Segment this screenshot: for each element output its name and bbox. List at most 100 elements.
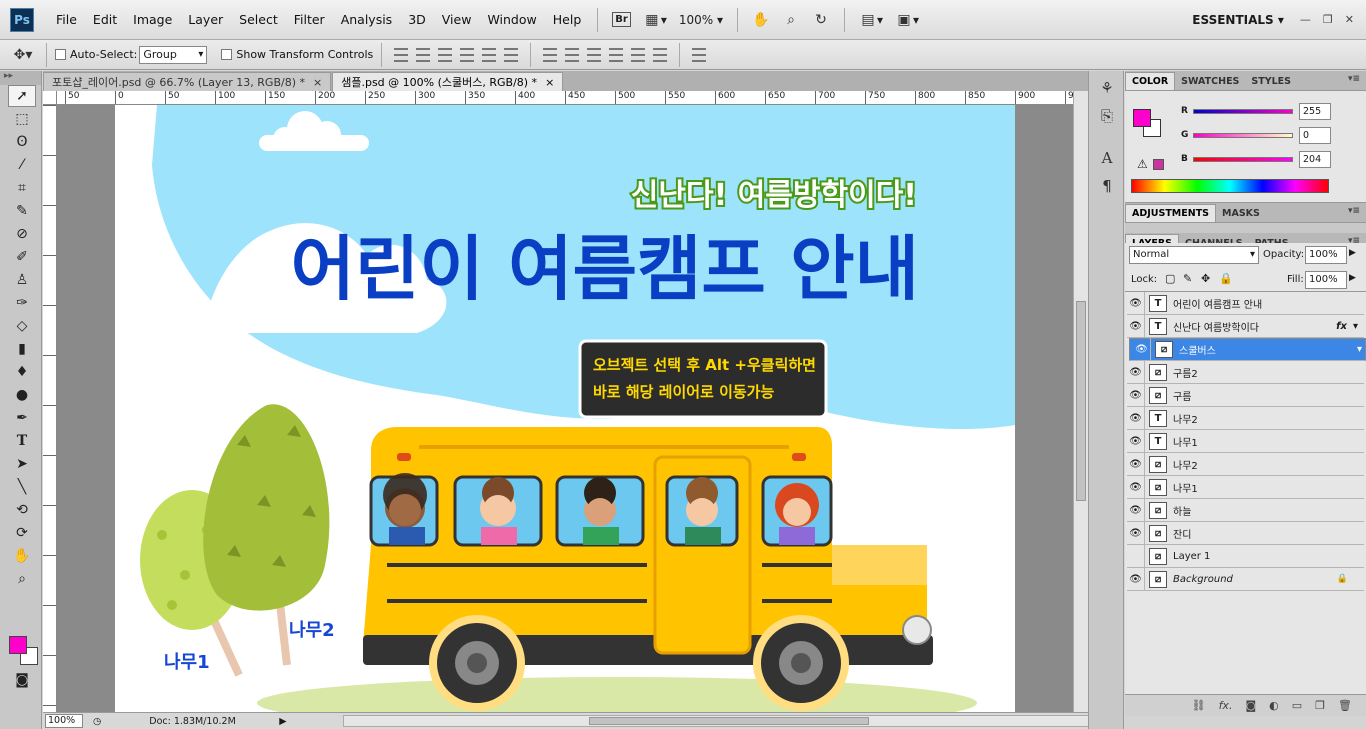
foreground-color-swatch[interactable] (9, 636, 27, 654)
scrollbar-thumb[interactable] (589, 717, 869, 725)
lock-pixels-icon[interactable]: ✎ (1183, 272, 1192, 285)
visibility-eye-icon[interactable]: 👁 (1127, 429, 1145, 453)
new-layer-icon[interactable]: ❐ (1315, 699, 1325, 712)
auto-select-dropdown[interactable]: Group (139, 45, 208, 64)
layer-row[interactable]: 👁 ⧄ 구름 (1127, 383, 1364, 407)
blue-slider[interactable]: B 204 (1181, 149, 1331, 169)
vertical-scrollbar[interactable] (1073, 91, 1088, 712)
layer-row[interactable]: 👁 ⧄ 스쿨버스 (1129, 338, 1366, 361)
minimize-button[interactable]: — (1294, 13, 1317, 26)
align-bottom-icon[interactable] (438, 47, 453, 62)
align-top-icon[interactable] (394, 47, 409, 62)
status-arrow-icon[interactable]: ▶ (279, 716, 286, 727)
menu-help[interactable]: Help (545, 12, 590, 27)
layer-row[interactable]: 👁 ⧄ 하늘 (1127, 498, 1364, 522)
quick-mask-button[interactable]: ◙ (8, 669, 36, 691)
quick-select-tool[interactable]: ⁄ (8, 154, 36, 176)
layer-row[interactable]: 👁 ⧄ 구름2 (1127, 360, 1364, 384)
canvas-area[interactable]: 신난다! 여름방학이다! 어린이 여름캠프 안내 오브젝트 선택 후 Alt +… (57, 105, 1073, 712)
gamut-warning-icon[interactable]: ⚠ (1137, 157, 1148, 171)
healing-tool[interactable]: ⊘ (8, 223, 36, 245)
crop-tool[interactable]: ⌗ (8, 177, 36, 199)
distribute-vcenter-icon[interactable] (565, 47, 580, 62)
blur-tool[interactable]: ♦ (8, 361, 36, 383)
layer-row[interactable]: 👁 T 나무2 (1127, 406, 1364, 430)
green-slider[interactable]: G 0 (1181, 125, 1331, 145)
visibility-eye-icon[interactable]: 👁 (1127, 291, 1145, 315)
line-tool[interactable]: ╲ (8, 476, 36, 498)
color-spectrum[interactable] (1131, 179, 1329, 193)
layer-row[interactable]: 👁 ⧄ 나무2 (1127, 452, 1364, 476)
trash-icon[interactable]: 🗑 (1338, 699, 1352, 712)
ruler-origin[interactable] (43, 91, 57, 105)
visibility-eye-icon[interactable]: 👁 (1133, 338, 1151, 361)
new-group-icon[interactable]: ▭ (1292, 699, 1302, 712)
layer-row[interactable]: 👁 T 어린이 여름캠프 안내 (1127, 291, 1364, 315)
align-left-icon[interactable] (460, 47, 475, 62)
tab-adjustments[interactable]: ADJUSTMENTS (1125, 204, 1217, 222)
brush-presets-icon[interactable]: ⚘ (1095, 77, 1119, 99)
paragraph-icon[interactable]: ¶ (1095, 175, 1119, 197)
workspace-switcher[interactable]: ESSENTIALS ▾ (1182, 13, 1294, 27)
zoom-level-dropdown[interactable]: 100% ▾ (673, 13, 729, 27)
distribute-top-icon[interactable] (543, 47, 558, 62)
arrange-documents-button[interactable]: ▤ ▾ (853, 12, 889, 28)
visibility-eye-icon[interactable]: 👁 (1127, 452, 1145, 476)
tab-photoshop-layer[interactable]: 포토샵_레이어.psd @ 66.7% (Layer 13, RGB/8) * × (43, 72, 332, 91)
menu-filter[interactable]: Filter (286, 12, 333, 27)
horizontal-ruler[interactable]: 50 0 50 100 150 200 250 300 350 400 450 500 550 600 65… (57, 91, 1073, 105)
vertical-ruler[interactable] (43, 105, 57, 712)
adjustment-layer-icon[interactable]: ◐ (1269, 699, 1279, 712)
tab-sample[interactable]: 샘플.psd @ 100% (스쿨버스, RGB/8) * × (332, 72, 564, 91)
menu-analysis[interactable]: Analysis (333, 12, 401, 27)
distribute-bottom-icon[interactable] (587, 47, 602, 62)
path-select-tool[interactable]: ➤ (8, 453, 36, 475)
extras-button[interactable]: ▦ ▾ (637, 12, 673, 28)
menu-image[interactable]: Image (125, 12, 180, 27)
menu-file[interactable]: File (48, 12, 85, 27)
distribute-hcenter-icon[interactable] (631, 47, 646, 62)
fill-arrow-icon[interactable]: ▶ (1349, 273, 1356, 283)
auto-select-checkbox[interactable]: Auto-Select: (55, 48, 137, 61)
blue-value[interactable]: 204 (1299, 150, 1331, 168)
close-icon[interactable]: × (313, 76, 322, 89)
close-button[interactable]: ✕ (1339, 13, 1360, 26)
menu-select[interactable]: Select (231, 12, 286, 27)
move-tool[interactable]: ➚ (8, 85, 36, 107)
menu-view[interactable]: View (434, 12, 480, 27)
scrollbar-thumb[interactable] (1076, 301, 1086, 501)
type-tool[interactable]: T (8, 430, 36, 452)
lock-transparency-icon[interactable]: ▢ (1165, 272, 1175, 285)
chevron-down-icon[interactable]: ▾ (1353, 321, 1358, 332)
panel-menu-icon[interactable]: ▾≡ (1348, 206, 1360, 216)
red-slider[interactable]: R 255 (1181, 101, 1331, 121)
3d-rotate-tool[interactable]: ⟲ (8, 499, 36, 521)
green-track[interactable] (1193, 132, 1293, 138)
link-layers-icon[interactable]: ⛓ (1192, 699, 1206, 712)
fx-icon[interactable]: fx (1336, 321, 1347, 332)
tab-color[interactable]: COLOR (1125, 72, 1176, 90)
layer-row[interactable]: 👁 ⧄ 잔디 (1127, 521, 1364, 545)
opacity-field[interactable]: 100% (1305, 246, 1347, 264)
visibility-eye-icon[interactable]: 👁 (1127, 383, 1145, 407)
show-transform-checkbox[interactable]: Show Transform Controls (221, 48, 373, 61)
distribute-left-icon[interactable] (609, 47, 624, 62)
lasso-tool[interactable]: ʘ (8, 131, 36, 153)
opacity-arrow-icon[interactable]: ▶ (1349, 248, 1356, 258)
fg-color-preview[interactable] (1133, 109, 1151, 127)
character-icon[interactable]: A (1095, 147, 1119, 169)
tab-masks[interactable]: MASKS (1216, 205, 1266, 222)
panel-grip[interactable]: ▸▸ (0, 71, 41, 85)
blue-track[interactable] (1193, 156, 1293, 162)
visibility-eye-icon[interactable]: 👁 (1127, 567, 1145, 591)
menu-edit[interactable]: Edit (85, 12, 125, 27)
layer-row[interactable]: 👁 T 신난다 여름방학이다 fx ▾ (1127, 314, 1364, 338)
dodge-tool[interactable]: ● (8, 384, 36, 406)
align-vcenter-icon[interactable] (416, 47, 431, 62)
horizontal-scrollbar[interactable] (343, 715, 1113, 727)
3d-orbit-tool[interactable]: ⟳ (8, 522, 36, 544)
move-tool-preset-icon[interactable]: ✥▾ (8, 47, 38, 63)
red-track[interactable] (1193, 108, 1293, 114)
distribute-right-icon[interactable] (653, 47, 668, 62)
gamut-color-chip[interactable] (1153, 159, 1164, 170)
